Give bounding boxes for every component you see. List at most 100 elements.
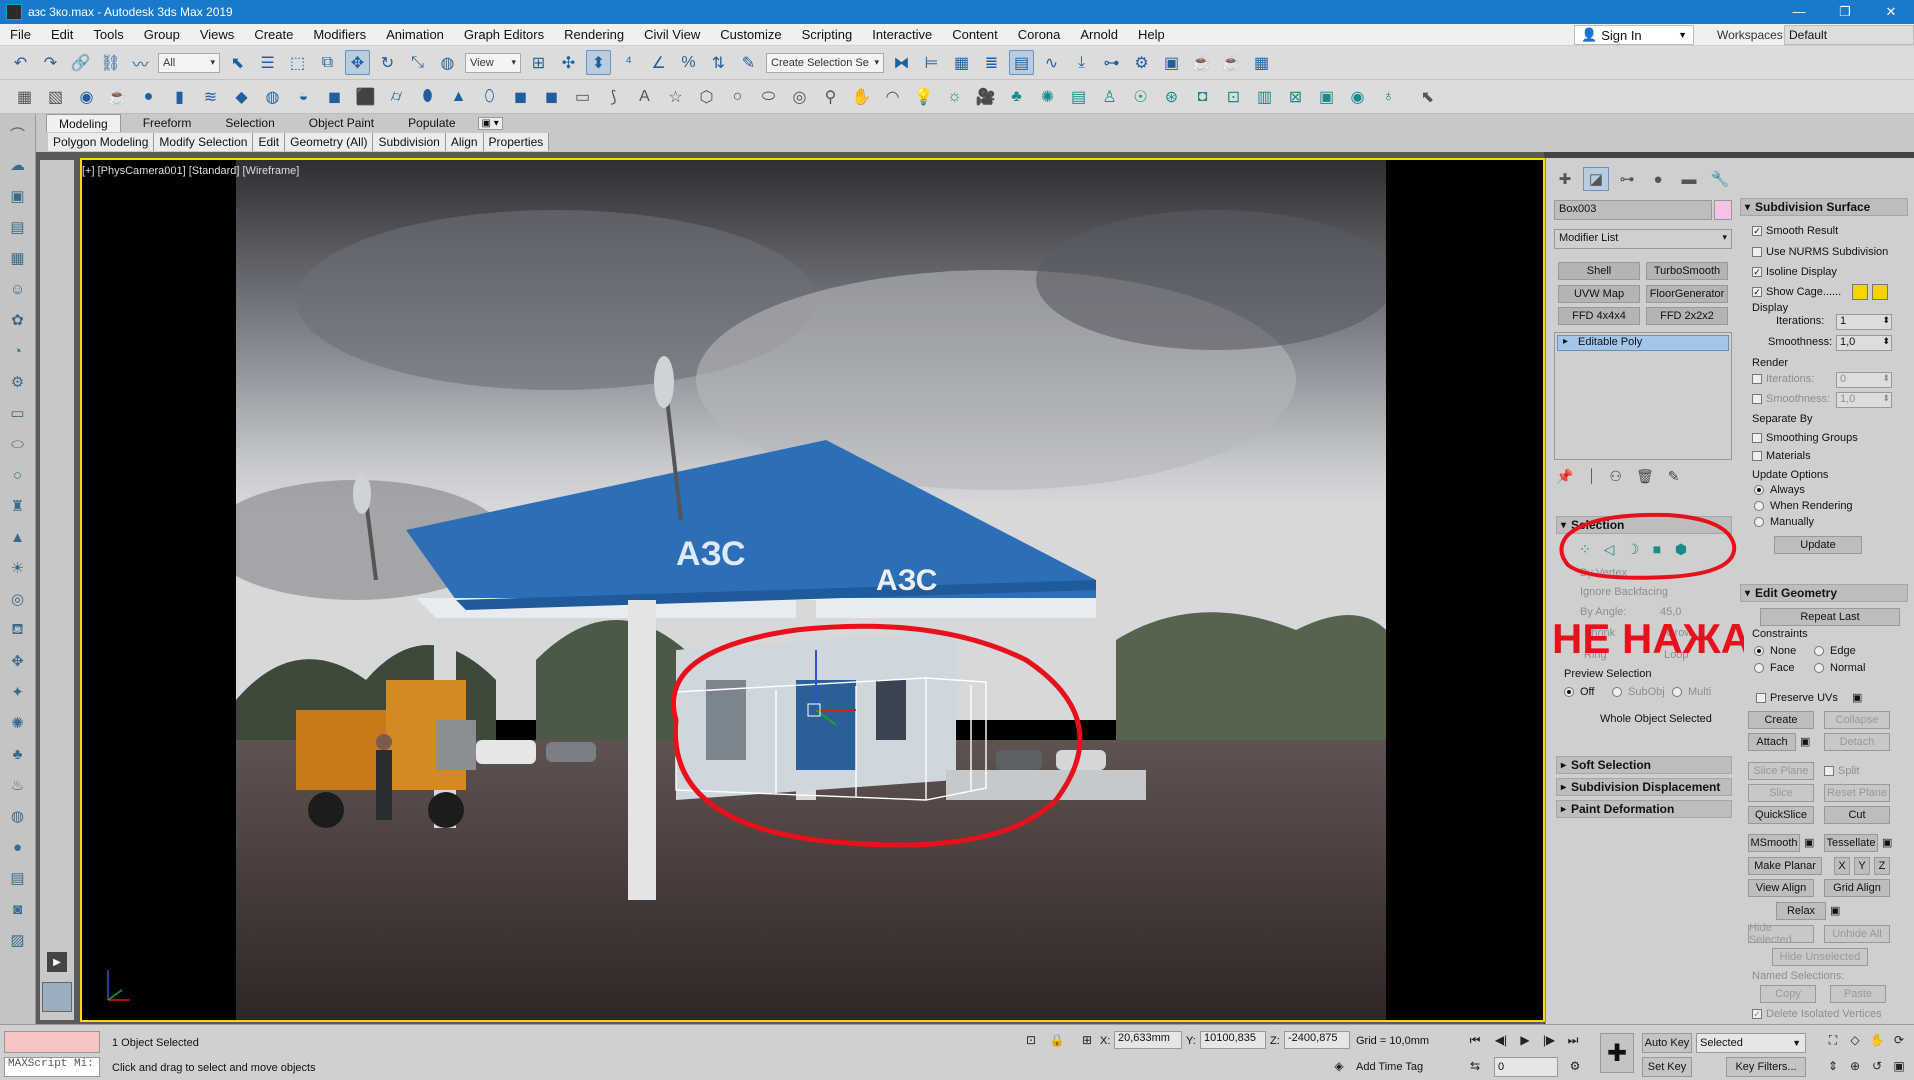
ribbon-subdivision[interactable]: Subdivision xyxy=(373,133,446,151)
tool-23-icon[interactable]: ◍ xyxy=(6,804,30,828)
update-when-rendering-radio[interactable]: When Rendering xyxy=(1754,500,1853,512)
tool-12-icon[interactable]: ○ xyxy=(6,463,30,487)
floorgenerator-button[interactable]: FloorGenerator xyxy=(1646,285,1728,303)
display-tab-icon[interactable]: ▬ xyxy=(1676,167,1702,191)
utilities-tab-icon[interactable]: 🔧 xyxy=(1707,167,1733,191)
pan-icon[interactable]: ✋ xyxy=(1868,1031,1886,1049)
isolate-selection-icon[interactable]: ⊡ xyxy=(1022,1031,1040,1049)
tool-10-icon[interactable]: ▭ xyxy=(6,401,30,425)
key-selection-dropdown[interactable]: Selected ▼ xyxy=(1696,1033,1806,1053)
ellipse-icon[interactable]: ⬭ xyxy=(756,84,781,109)
delete-isolated-checkbox[interactable]: ✓ Delete Isolated Vertices xyxy=(1752,1008,1882,1020)
select-manipulate-icon[interactable]: ✣ xyxy=(556,50,581,75)
show-cage-checkbox[interactable]: ✓ Show Cage...... xyxy=(1752,286,1841,298)
object-color-swatch[interactable] xyxy=(1714,200,1732,220)
ribbon-options-button[interactable]: ▣ ▾ xyxy=(477,116,503,130)
tool-1-icon[interactable]: ⌒ xyxy=(6,122,30,146)
grid-icon[interactable]: ▦ xyxy=(12,84,37,109)
scale-icon[interactable]: ⤡ xyxy=(405,50,430,75)
object-name-field[interactable]: Box003 xyxy=(1554,200,1712,220)
reference-coordinate-dropdown[interactable]: View xyxy=(465,52,521,73)
add-time-tag[interactable]: Add Time Tag xyxy=(1356,1061,1423,1073)
unhide-all-button[interactable]: Unhide All xyxy=(1824,925,1890,943)
ribbon-tab-modeling[interactable]: Modeling xyxy=(46,114,121,132)
cursor-icon[interactable]: ⬉ xyxy=(1415,84,1440,109)
snap-cube-icon[interactable]: ⊡ xyxy=(1221,84,1246,109)
menu-graph-editors[interactable]: Graph Editors xyxy=(454,27,554,42)
x-coordinate-field[interactable]: 20,633mm xyxy=(1114,1031,1182,1049)
time-config-icon[interactable]: ⚙ xyxy=(1566,1057,1584,1075)
go-to-start-icon[interactable]: ⏮ xyxy=(1466,1031,1484,1049)
tool-4-icon[interactable]: ▤ xyxy=(6,215,30,239)
shell-button[interactable]: Shell xyxy=(1558,262,1640,280)
sun-icon[interactable]: ☼ xyxy=(942,84,967,109)
bulb-icon[interactable]: ☉ xyxy=(1128,84,1153,109)
donut-icon[interactable]: ◎ xyxy=(787,84,812,109)
preserve-uvs-checkbox[interactable]: Preserve UVs xyxy=(1756,692,1838,704)
turbosmooth-button[interactable]: TurboSmooth xyxy=(1646,262,1728,280)
render-setup-icon[interactable]: ⚙ xyxy=(1129,50,1154,75)
maximize-button[interactable]: ❐ xyxy=(1822,4,1868,20)
hide-unselected-button[interactable]: Hide Unselected xyxy=(1772,948,1868,966)
attach-settings-icon[interactable]: ▣ xyxy=(1800,735,1810,748)
previous-frame-icon[interactable]: ◀| xyxy=(1492,1031,1510,1049)
roll-icon[interactable]: ↺ xyxy=(1868,1057,1886,1075)
render-iterations-spinner[interactable]: 0 xyxy=(1836,372,1892,388)
render-icon[interactable]: ◘ xyxy=(1190,84,1215,109)
constraint-normal-radio[interactable]: Normal xyxy=(1814,662,1865,674)
configure-sets-icon[interactable]: ✎ xyxy=(1668,468,1680,485)
ribbon-tab-object-paint[interactable]: Object Paint xyxy=(297,116,386,130)
cylinder-icon[interactable]: ▮ xyxy=(167,84,192,109)
hand-icon[interactable]: ✋ xyxy=(849,84,874,109)
copy-button[interactable]: Copy xyxy=(1760,985,1816,1003)
cone-icon[interactable]: ▲ xyxy=(446,84,471,109)
viewport-layout-tab[interactable] xyxy=(42,982,72,1012)
ffd-2x2x2-button[interactable]: FFD 2x2x2 xyxy=(1646,307,1728,325)
menu-edit[interactable]: Edit xyxy=(41,27,83,42)
tool-26-icon[interactable]: ◙ xyxy=(6,897,30,921)
use-nurms-checkbox[interactable]: Use NURMS Subdivision xyxy=(1752,246,1888,258)
pivot-center-icon[interactable]: ⊞ xyxy=(526,50,551,75)
auto-key-button[interactable]: Auto Key xyxy=(1642,1033,1692,1053)
hierarchy-tab-icon[interactable]: ⊶ xyxy=(1614,167,1640,191)
bind-space-warp-icon[interactable]: 〰 xyxy=(128,50,153,75)
pyramid-icon[interactable]: ◆ xyxy=(229,84,254,109)
update-always-radio[interactable]: Always xyxy=(1754,484,1805,496)
star-icon[interactable]: ☆ xyxy=(663,84,688,109)
tool-3-icon[interactable]: ▣ xyxy=(6,184,30,208)
relax-settings-icon[interactable]: ▣ xyxy=(1830,904,1840,917)
unlink-icon[interactable]: ⛓ xyxy=(98,50,123,75)
relax-button[interactable]: Relax xyxy=(1776,902,1826,920)
cut-button[interactable]: Cut xyxy=(1824,806,1890,824)
soft-selection-rollout[interactable]: Soft Selection xyxy=(1556,756,1732,774)
tool-5-icon[interactable]: ▦ xyxy=(6,246,30,270)
menu-file[interactable]: File xyxy=(0,27,41,42)
helix-icon[interactable]: ⚲ xyxy=(818,84,843,109)
line-icon[interactable]: ⟆ xyxy=(601,84,626,109)
rectangle-icon[interactable]: ▭ xyxy=(570,84,595,109)
split-checkbox[interactable]: Split xyxy=(1824,765,1859,777)
render-smoothness-checkbox[interactable]: Smoothness: xyxy=(1752,393,1830,405)
collapse-button[interactable]: Collapse xyxy=(1824,711,1890,729)
repeat-last-button[interactable]: Repeat Last xyxy=(1760,608,1900,626)
move-icon[interactable]: ✥ xyxy=(345,50,370,75)
select-by-name-icon[interactable]: ☰ xyxy=(255,50,280,75)
minimize-button[interactable]: — xyxy=(1776,4,1822,20)
capsule-icon[interactable]: ⬯ xyxy=(477,84,502,109)
ribbon-edit[interactable]: Edit xyxy=(253,133,286,151)
modifier-list-dropdown[interactable]: Modifier List xyxy=(1554,229,1732,249)
make-unique-icon[interactable]: ⚇ xyxy=(1609,468,1622,485)
ribbon-tab-freeform[interactable]: Freeform xyxy=(131,116,204,130)
rect-selection-icon[interactable]: ⬚ xyxy=(285,50,310,75)
cage-color-1[interactable] xyxy=(1852,284,1868,300)
tool-21-icon[interactable]: ♣ xyxy=(6,742,30,766)
sphere-icon[interactable]: ● xyxy=(136,84,161,109)
ffd-4x4x4-button[interactable]: FFD 4x4x4 xyxy=(1558,307,1640,325)
menu-scripting[interactable]: Scripting xyxy=(792,27,863,42)
smooth-result-checkbox[interactable]: ✓ Smooth Result xyxy=(1752,225,1838,237)
snaps-toggle-icon[interactable]: ⁴ xyxy=(616,50,641,75)
ribbon-geometry-all[interactable]: Geometry (All) xyxy=(285,133,374,151)
material-editor-icon[interactable]: ⊶ xyxy=(1099,50,1124,75)
named-selection-dropdown[interactable]: Create Selection Se xyxy=(766,52,884,73)
cage-color-2[interactable] xyxy=(1872,284,1888,300)
